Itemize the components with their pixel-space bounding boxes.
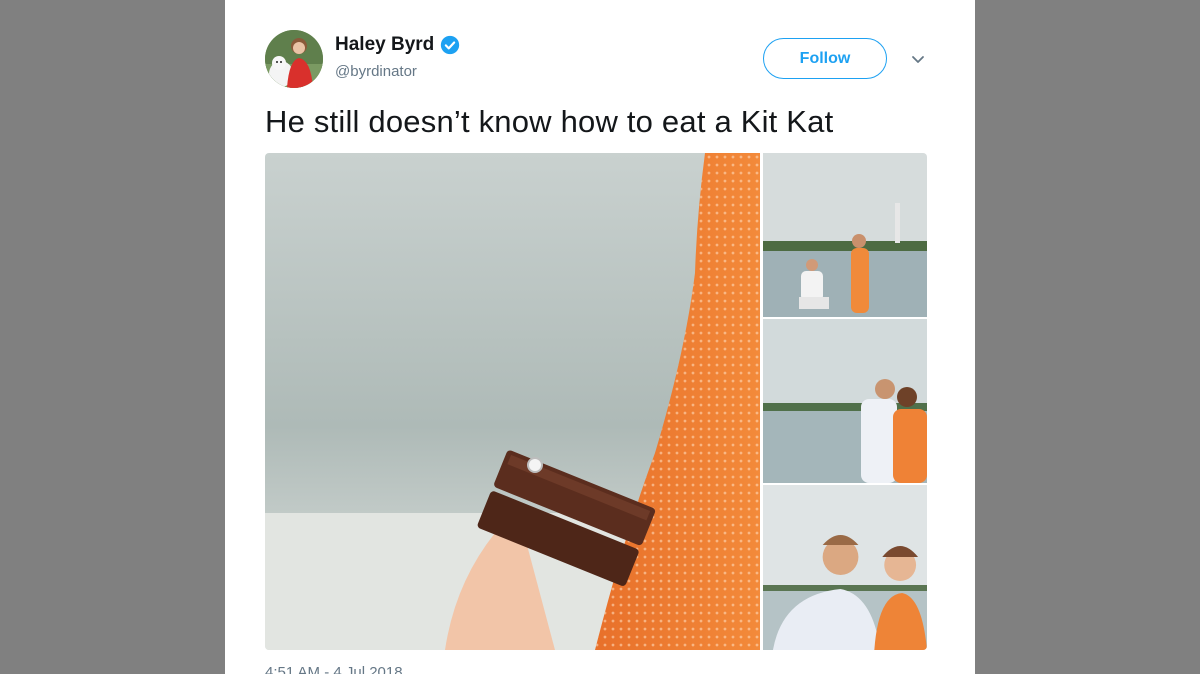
display-name[interactable]: Haley Byrd xyxy=(335,34,434,56)
chevron-down-icon[interactable] xyxy=(909,50,927,68)
photo-main[interactable] xyxy=(265,153,760,650)
photo-thumbnail-1[interactable] xyxy=(763,153,927,317)
photo-thumbnail-2[interactable] xyxy=(763,319,927,483)
photo-thumbnail-3[interactable] xyxy=(763,485,927,650)
verified-badge-icon xyxy=(440,35,460,55)
user-handle[interactable]: @byrdinator xyxy=(335,63,417,80)
tweet-timestamp[interactable]: 4:51 AM - 4 Jul 2018 xyxy=(265,664,403,674)
avatar[interactable] xyxy=(265,30,323,88)
follow-button[interactable]: Follow xyxy=(763,38,887,79)
media-grid xyxy=(265,153,927,650)
tweet-card: Haley Byrd @byrdinator Follow He still d… xyxy=(225,0,975,674)
tweet-text: He still doesn’t know how to eat a Kit K… xyxy=(265,104,834,139)
